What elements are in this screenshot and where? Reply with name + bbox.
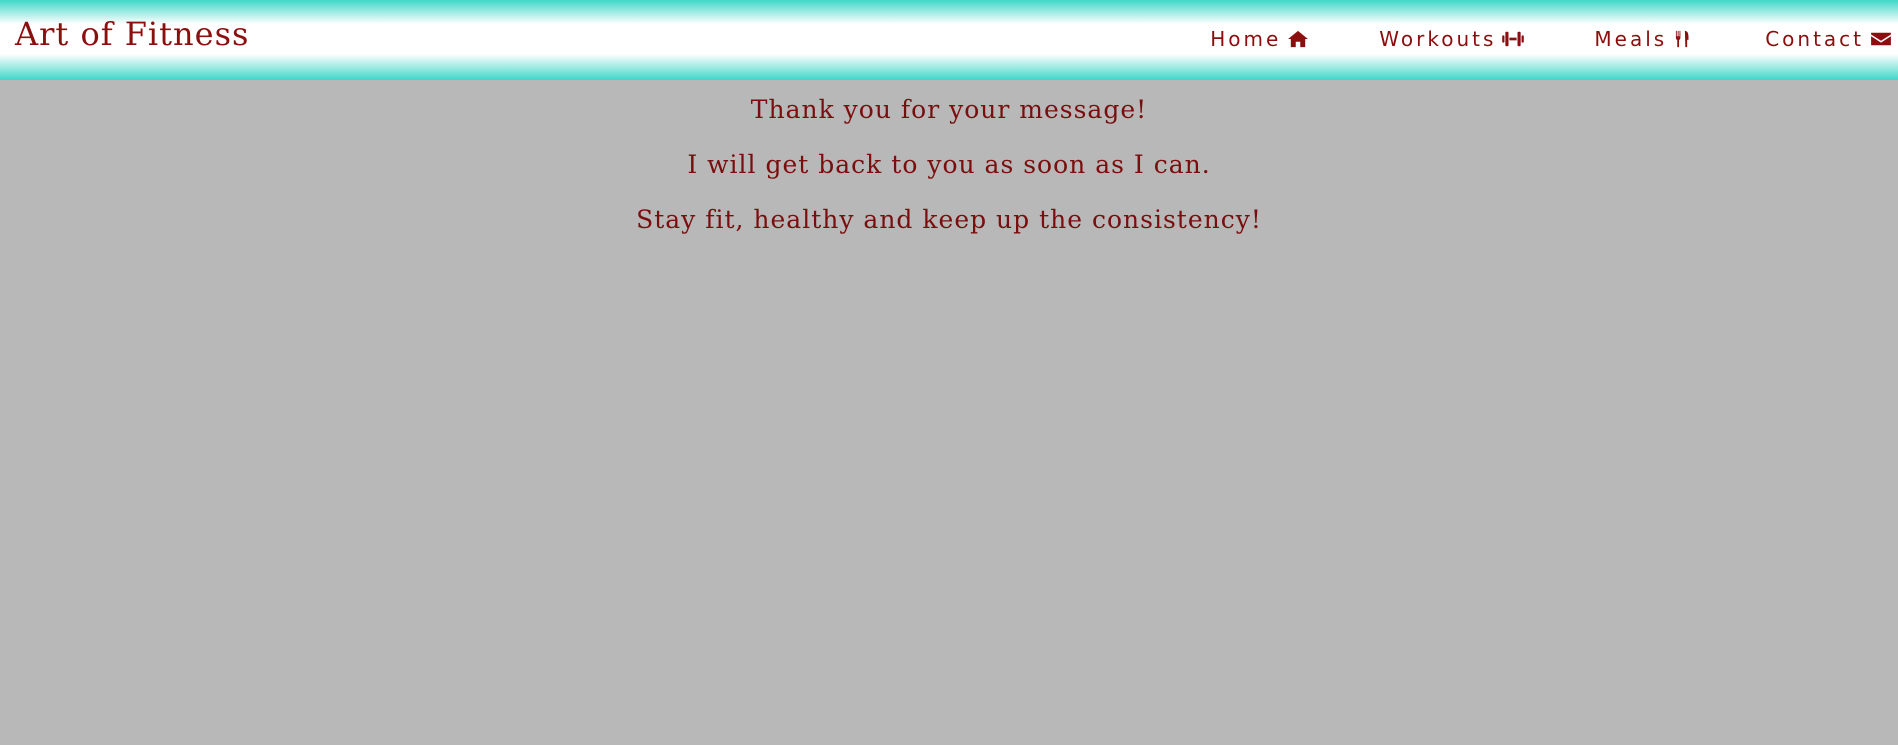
message-line-2: I will get back to you as soon as I can. <box>687 150 1211 179</box>
utensils-icon <box>1673 30 1695 48</box>
thank-you-message: Thank you for your message! I will get b… <box>0 96 1898 261</box>
site-header: Art of Fitness Home Workouts Meals Conta… <box>0 0 1898 80</box>
message-line-1: Thank you for your message! <box>750 95 1148 124</box>
envelope-icon <box>1870 30 1892 48</box>
message-line-3: Stay fit, healthy and keep up the consis… <box>636 205 1262 234</box>
nav-contact[interactable]: Contact <box>1765 29 1892 49</box>
nav-meals[interactable]: Meals <box>1594 29 1695 49</box>
nav-contact-label: Contact <box>1765 27 1864 51</box>
nav-home-label: Home <box>1210 27 1282 51</box>
site-logo[interactable]: Art of Fitness <box>15 18 249 50</box>
nav-workouts[interactable]: Workouts <box>1379 27 1525 51</box>
dumbbell-icon <box>1502 30 1525 48</box>
nav-workouts-label: Workouts <box>1379 27 1497 51</box>
main-nav: Home Workouts Meals Contact <box>1210 29 1892 49</box>
nav-home[interactable]: Home <box>1210 29 1309 49</box>
home-icon <box>1287 30 1309 48</box>
nav-meals-label: Meals <box>1594 27 1668 51</box>
